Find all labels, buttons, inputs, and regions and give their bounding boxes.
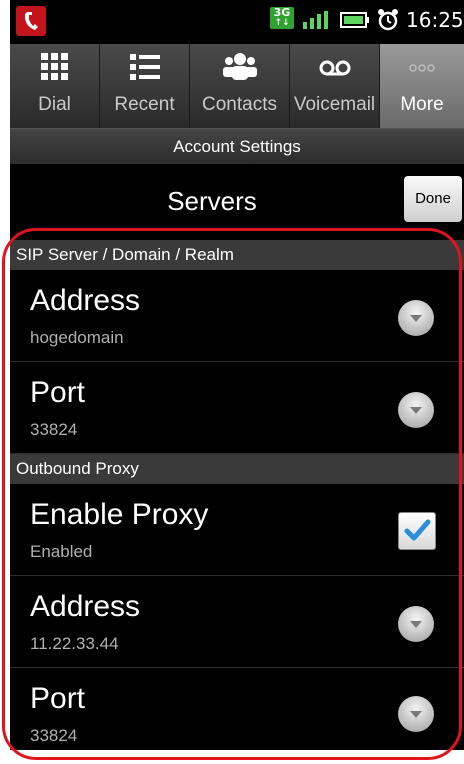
dropdown-arrow-icon[interactable] xyxy=(398,696,434,732)
tab-voicemail[interactable]: Voicemail xyxy=(290,44,380,128)
setting-row-proxy-address[interactable]: Address 11.22.33.44 xyxy=(10,576,464,668)
tab-label: Recent xyxy=(114,94,175,115)
section-header-sip-server: SIP Server / Domain / Realm xyxy=(10,240,464,270)
page-title: Servers xyxy=(167,186,257,216)
setting-row-enable-proxy[interactable]: Enable Proxy Enabled xyxy=(10,484,464,576)
contacts-icon xyxy=(190,52,289,86)
status-time: 16:25 xyxy=(406,8,464,32)
tab-more[interactable]: More xyxy=(380,44,464,128)
done-button[interactable]: Done xyxy=(404,176,462,222)
status-bar: 3G ↑↓ 16:25 xyxy=(10,0,464,44)
dropdown-arrow-icon[interactable] xyxy=(398,392,434,428)
setting-title: Port xyxy=(30,376,86,409)
setting-value: 33824 xyxy=(30,420,78,439)
setting-row-address[interactable]: Address hogedomain xyxy=(10,270,464,362)
setting-title: Address xyxy=(30,590,141,623)
tab-label: Contacts xyxy=(202,94,277,115)
app-phone-icon xyxy=(16,6,46,36)
setting-value: Enabled xyxy=(30,542,93,561)
tab-label: Voicemail xyxy=(293,94,376,115)
section-header-outbound-proxy: Outbound Proxy xyxy=(10,454,464,484)
tab-recent[interactable]: Recent xyxy=(100,44,190,128)
setting-value: 33824 xyxy=(30,726,78,745)
alarm-clock-icon xyxy=(378,9,398,31)
dropdown-arrow-icon[interactable] xyxy=(398,300,434,336)
tab-bar: Dial Recent Contacts Voicemail More xyxy=(10,44,464,128)
phone-screen: 3G ↑↓ 16:25 Dial Recent Contacts Voicema… xyxy=(10,0,464,750)
setting-title: Address xyxy=(30,284,141,317)
screen-title-bar: Account Settings xyxy=(10,128,464,165)
tab-label: Dial xyxy=(38,94,71,115)
voicemail-icon xyxy=(290,52,379,86)
tab-label: More xyxy=(400,94,444,115)
tab-contacts[interactable]: Contacts xyxy=(190,44,290,128)
setting-title: Port xyxy=(30,682,86,715)
page-header: Servers Done xyxy=(10,164,464,240)
checkmark-icon xyxy=(404,519,431,541)
more-icon xyxy=(380,52,464,86)
setting-row-port[interactable]: Port 33824 xyxy=(10,362,464,454)
setting-row-proxy-port[interactable]: Port 33824 xyxy=(10,668,464,750)
dropdown-arrow-icon[interactable] xyxy=(398,606,434,642)
enable-proxy-checkbox[interactable] xyxy=(398,512,436,550)
list-icon xyxy=(100,52,189,86)
dialpad-icon xyxy=(10,52,99,86)
signal-icon xyxy=(303,11,328,29)
setting-value: 11.22.33.44 xyxy=(30,634,119,653)
setting-title: Enable Proxy xyxy=(30,498,209,531)
network-3g-icon: 3G ↑↓ xyxy=(270,7,294,29)
tab-dial[interactable]: Dial xyxy=(10,44,100,128)
battery-icon xyxy=(340,12,369,28)
setting-value: hogedomain xyxy=(30,328,124,347)
